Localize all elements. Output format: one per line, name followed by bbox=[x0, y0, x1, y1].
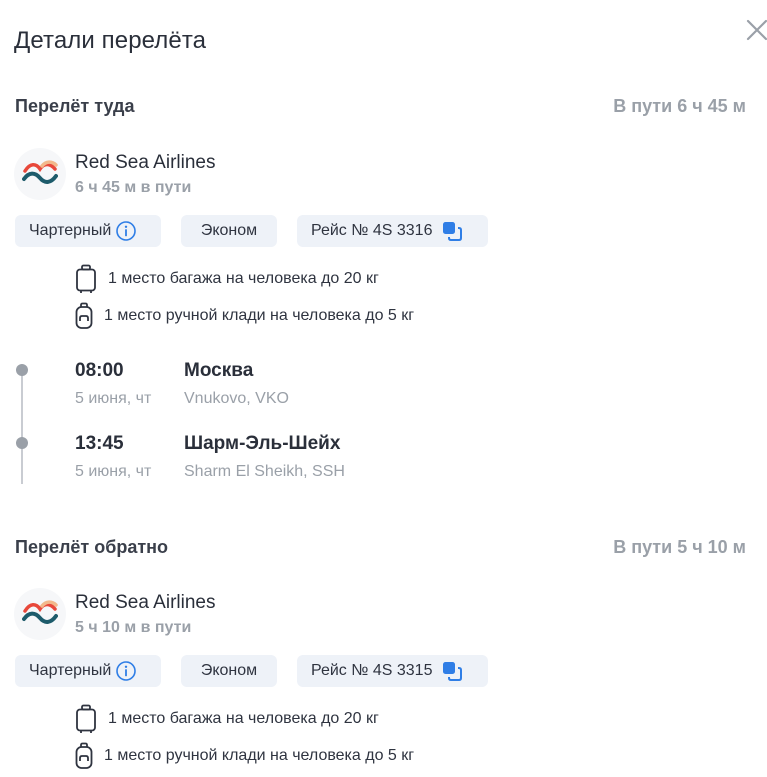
flight-number-label: Рейс № 4S 3315 bbox=[311, 662, 433, 679]
carry-on-row: 1 место ручной клади на человека до 5 кг bbox=[74, 741, 414, 771]
copy-icon[interactable] bbox=[442, 221, 463, 241]
charter-chip: Чартерный bbox=[15, 655, 161, 687]
backpack-icon bbox=[75, 742, 93, 769]
flight-number-label: Рейс № 4S 3316 bbox=[311, 222, 433, 239]
info-icon[interactable] bbox=[115, 220, 137, 242]
baggage-text: 1 место багажа на человека до 20 кг bbox=[108, 710, 379, 727]
charter-label: Чартерный bbox=[29, 662, 112, 679]
class-chip: Эконом bbox=[181, 215, 277, 247]
charter-label: Чартерный bbox=[29, 222, 112, 239]
baggage-text: 1 место багажа на человека до 20 кг bbox=[108, 270, 379, 287]
airline-logo bbox=[14, 588, 66, 640]
airline-name: Red Sea Airlines bbox=[75, 152, 216, 173]
close-button[interactable] bbox=[744, 17, 767, 43]
airline-logo bbox=[14, 148, 66, 200]
arrival-city: Шарм-Эль-Шейх bbox=[184, 433, 341, 454]
arrival-airport: Sharm El Sheikh, SSH bbox=[184, 463, 345, 480]
info-icon[interactable] bbox=[115, 660, 137, 682]
return-title: Перелёт обратно bbox=[15, 537, 169, 557]
airline-name: Red Sea Airlines bbox=[75, 592, 216, 613]
suitcase-icon bbox=[76, 704, 96, 733]
departure-dot bbox=[16, 364, 28, 376]
suitcase-icon bbox=[76, 264, 96, 293]
dialog-title: Детали перелёта bbox=[14, 27, 207, 54]
flight-number-chip: Рейс № 4S 3315 bbox=[297, 655, 488, 687]
carry-on-text: 1 место ручной клади на человека до 5 кг bbox=[104, 747, 415, 764]
class-chip: Эконом bbox=[181, 655, 277, 687]
airline-logo-icon bbox=[22, 160, 58, 184]
arrival-date: 5 июня, чт bbox=[75, 463, 152, 480]
carry-on-text: 1 место ручной клади на человека до 5 кг bbox=[104, 307, 415, 324]
airline-travel-time: 6 ч 45 м в пути bbox=[75, 179, 192, 196]
backpack-icon bbox=[75, 302, 93, 329]
outbound-duration: В пути 6 ч 45 м bbox=[613, 96, 746, 116]
outbound-leg: Перелёт туда В пути 6 ч 45 м Red Sea Air… bbox=[0, 96, 767, 496]
carry-on-row: 1 место ручной клади на человека до 5 кг bbox=[74, 301, 414, 331]
flight-number-chip: Рейс № 4S 3316 bbox=[297, 215, 488, 247]
airline-logo-icon bbox=[22, 600, 58, 624]
copy-icon[interactable] bbox=[442, 661, 463, 681]
departure-city: Москва bbox=[184, 360, 254, 381]
baggage-row: 1 место багажа на человека до 20 кг bbox=[74, 264, 379, 294]
departure-date: 5 июня, чт bbox=[75, 390, 152, 407]
return-leg: Перелёт обратно В пути 5 ч 10 м Red Sea … bbox=[0, 537, 767, 777]
return-duration: В пути 5 ч 10 м bbox=[613, 537, 746, 557]
class-label: Эконом bbox=[200, 662, 258, 679]
departure-time: 08:00 bbox=[75, 360, 124, 381]
baggage-row: 1 место багажа на человека до 20 кг bbox=[74, 704, 379, 734]
departure-airport: Vnukovo, VKO bbox=[184, 390, 289, 407]
class-label: Эконом bbox=[200, 222, 258, 239]
timeline-line bbox=[21, 374, 23, 484]
outbound-title: Перелёт туда bbox=[15, 96, 135, 116]
close-icon bbox=[746, 19, 767, 41]
charter-chip: Чартерный bbox=[15, 215, 161, 247]
arrival-time: 13:45 bbox=[75, 433, 124, 454]
arrival-dot bbox=[16, 437, 28, 449]
airline-travel-time: 5 ч 10 м в пути bbox=[75, 619, 192, 636]
